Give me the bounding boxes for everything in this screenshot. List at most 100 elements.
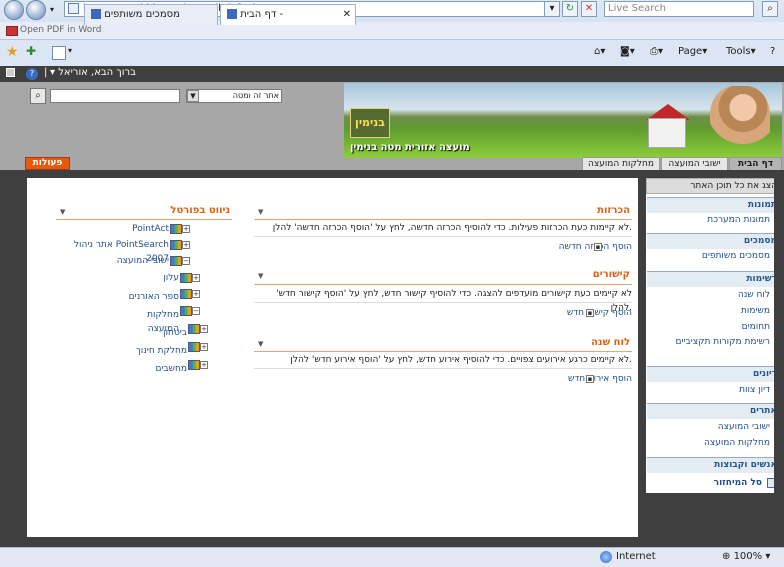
webpart-menu-icon[interactable]: ▼ <box>258 272 263 280</box>
add-announcement-link[interactable]: הוסף הכרזה חדשה <box>540 240 632 254</box>
webpart-menu-icon[interactable]: ▼ <box>258 208 263 216</box>
ql-heading-people[interactable]: אנשים וקבוצות <box>647 457 782 473</box>
nav-item[interactable]: PointAct <box>100 222 169 236</box>
back-icon[interactable] <box>4 0 24 20</box>
tree-expand-icon[interactable]: + <box>200 361 208 369</box>
rss-feed-icon[interactable]: ◙▾ <box>620 46 635 57</box>
ql-item[interactable]: לוח שנה <box>647 288 782 303</box>
address-dropdown-icon[interactable]: ▾ <box>544 1 560 17</box>
security-zone[interactable]: Internet <box>616 551 656 562</box>
live-search-input[interactable]: Live Search <box>604 1 754 17</box>
ql-heading-discussions[interactable]: דיונים <box>647 366 782 382</box>
site-search-input[interactable] <box>50 89 180 103</box>
refresh-icon[interactable]: ↻ <box>562 1 578 17</box>
site-icon <box>180 306 192 316</box>
nav-item[interactable]: מחלקות המועצה <box>120 308 179 334</box>
ql-heading-sites[interactable]: אתרים <box>647 403 782 419</box>
banner-child-figure <box>710 86 770 158</box>
stop-icon[interactable]: ✕ <box>581 1 597 17</box>
nav-item[interactable]: מחלקת חינוך <box>124 344 187 358</box>
zoom-control[interactable]: ⊕ 100% ▾ <box>722 551 770 562</box>
search-scope-select[interactable]: אתר זה ומטה <box>186 89 282 103</box>
ql-heading-pictures[interactable]: תמונות <box>647 197 782 213</box>
site-logo[interactable]: בנימין <box>350 108 390 138</box>
status-bar <box>0 547 784 567</box>
nav-item[interactable]: עלון <box>140 271 179 285</box>
ql-item[interactable]: תמונות המערכת <box>647 213 782 228</box>
divider <box>254 351 632 352</box>
tree-collapse-icon[interactable]: − <box>192 307 200 315</box>
ql-item[interactable]: משימות <box>647 304 782 319</box>
site-icon <box>170 256 182 266</box>
site-icon <box>188 360 200 370</box>
ie-page-icon <box>227 9 237 19</box>
scrollbar[interactable] <box>774 178 784 547</box>
search-go-icon[interactable]: ⌕ <box>762 1 778 17</box>
history-dropdown-icon[interactable]: ▾ <box>50 5 54 14</box>
nav-item[interactable]: ישובי המועצה <box>100 254 169 268</box>
portal-nav-title[interactable]: ניווט בפורטל <box>100 204 230 218</box>
help-icon[interactable]: ? <box>770 46 775 57</box>
tree-expand-icon[interactable]: + <box>182 225 190 233</box>
calendar-title[interactable]: לוח שנה <box>500 336 630 350</box>
site-icon <box>170 224 182 234</box>
favorites-star-icon[interactable]: ★ <box>6 44 19 60</box>
tree-expand-icon[interactable]: + <box>192 290 200 298</box>
nav-item[interactable]: אתר ניהול PointSearch 2007 <box>60 238 169 264</box>
tree-expand-icon[interactable]: + <box>200 343 208 351</box>
webpart-menu-icon[interactable]: ▼ <box>258 340 263 348</box>
tools-menu[interactable]: Tools▾ <box>726 46 756 57</box>
add-favorite-icon[interactable]: ✚ <box>26 44 36 58</box>
close-tab-icon[interactable]: ✕ <box>343 5 351 24</box>
ql-item[interactable]: ישובי המועצה <box>647 420 782 435</box>
help-icon[interactable]: ? <box>26 68 38 80</box>
tab-home[interactable]: דף הבית <box>729 157 782 171</box>
forward-icon[interactable] <box>26 0 46 20</box>
page-favicon-icon <box>68 3 79 14</box>
recycle-bin-link[interactable]: סל המיחזור <box>647 475 782 491</box>
ql-item[interactable]: דיון צוות <box>647 383 782 398</box>
ql-item[interactable]: מסמכים משותפים <box>647 249 782 264</box>
announcements-title[interactable]: הכרזות <box>500 204 630 218</box>
tab-list-dropdown-icon[interactable]: ▾ <box>68 46 72 55</box>
tab-shared-documents[interactable]: מסמכים משותפים <box>84 4 218 25</box>
chevron-down-icon[interactable]: ▼ <box>187 90 199 102</box>
ql-heading-documents[interactable]: מסמכים <box>647 233 782 249</box>
page-menu[interactable]: Page▾ <box>678 46 707 57</box>
tab-settlements[interactable]: ישובי המועצה <box>661 157 728 171</box>
links-title[interactable]: קישורים <box>500 268 630 282</box>
search-icon[interactable]: ⌕ <box>30 88 46 104</box>
divider <box>56 219 232 220</box>
webpart-menu-icon[interactable]: ▼ <box>60 208 65 216</box>
tree-expand-icon[interactable]: + <box>182 241 190 249</box>
ql-item[interactable]: תחומים <box>647 320 782 335</box>
tree-expand-icon[interactable]: + <box>192 274 200 282</box>
minimize-icon[interactable] <box>6 68 15 77</box>
ql-item[interactable]: מחלקות המועצה <box>647 436 782 451</box>
tree-expand-icon[interactable]: + <box>200 325 208 333</box>
view-all-content-link[interactable]: הצג את כל תוכן האתר <box>646 178 783 194</box>
site-icon <box>188 324 200 334</box>
tree-collapse-icon[interactable]: − <box>182 257 190 265</box>
nav-item[interactable]: ביטחון <box>140 326 187 340</box>
add-item-icon: ▪ <box>586 375 594 383</box>
open-pdf-in-word-link[interactable]: Open PDF in Word <box>20 25 102 35</box>
banner-house <box>648 118 686 148</box>
site-icon <box>170 240 182 250</box>
quick-tabs-icon[interactable] <box>52 46 66 60</box>
nav-item[interactable]: מחשבים <box>140 362 187 376</box>
tab-departments[interactable]: מחלקות המועצה <box>582 157 660 171</box>
site-actions-button[interactable]: פעולות אתר ▾ <box>25 157 70 179</box>
site-icon <box>180 273 192 283</box>
welcome-text: ברוך הבא, אוריאל <box>58 67 136 78</box>
tab-label: מסמכים משותפים <box>104 9 180 20</box>
ql-item[interactable]: רשימת מקורות תקציביים <box>647 337 782 361</box>
ql-heading-lists[interactable]: רשימות <box>647 271 782 287</box>
tab-home-page[interactable]: דף הבית - ✕ <box>220 4 356 25</box>
welcome-menu[interactable]: ברוך הבא, אוריאל ▾ <box>50 67 136 78</box>
home-icon[interactable]: ⌂▾ <box>594 46 605 57</box>
links-empty-msg: לא קיימים כעת קישורים מועדפים להצגה. כדי… <box>276 289 632 313</box>
tab-label: דף הבית - <box>240 9 284 20</box>
nav-item[interactable]: ספר האורנים <box>120 290 179 304</box>
print-icon[interactable]: ⎙▾ <box>650 46 663 57</box>
